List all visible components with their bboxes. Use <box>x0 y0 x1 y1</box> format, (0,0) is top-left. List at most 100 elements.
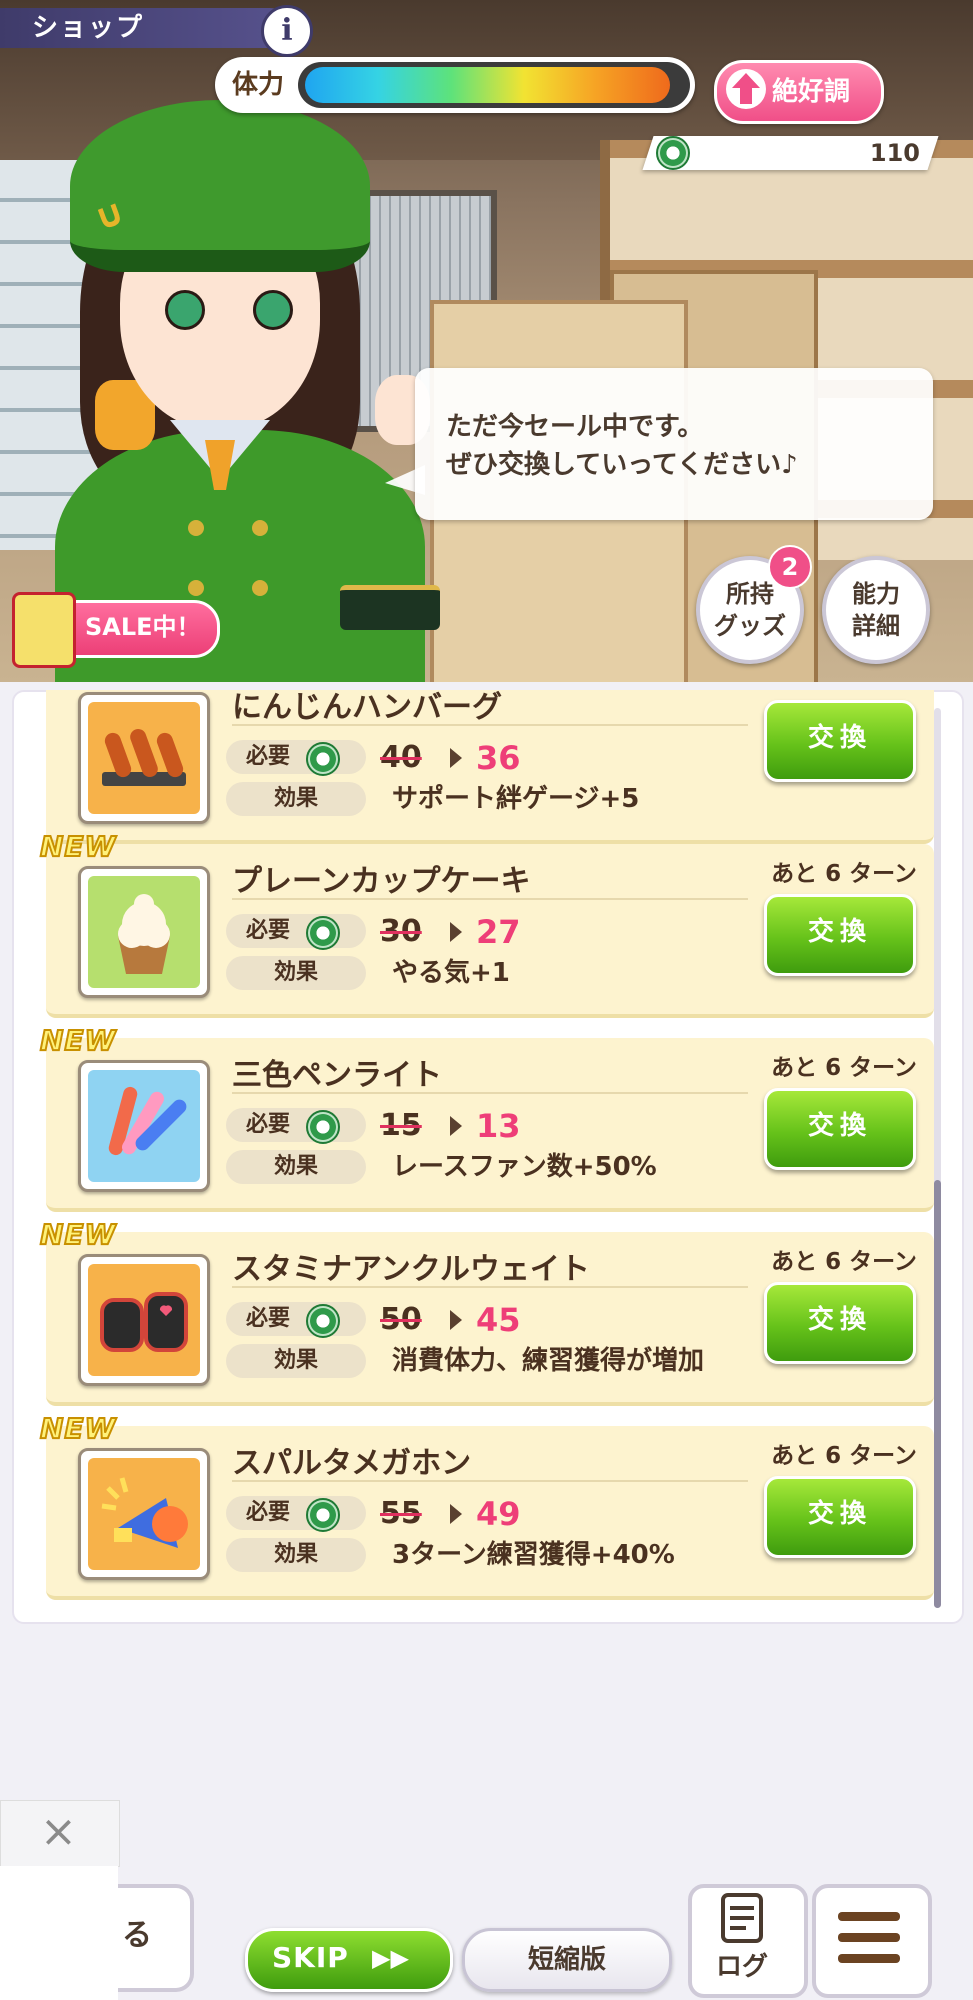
jacket-button <box>252 520 268 536</box>
required-label: 必要 <box>246 1112 291 1137</box>
remaining-turns: あと 6 ターン <box>771 861 917 887</box>
item-icon-frame <box>78 692 210 824</box>
arrow-up-icon <box>726 69 766 109</box>
original-price: 15 <box>380 1108 422 1143</box>
effect-label: 効果 <box>274 960 319 985</box>
item-name: スパルタメガホン <box>232 1446 472 1481</box>
coin-count: 110 <box>869 139 920 167</box>
character-cap <box>70 100 370 272</box>
exchange-button[interactable]: 交換 <box>764 700 916 782</box>
original-price: 50 <box>380 1302 422 1337</box>
remaining-turns: あと 6 ターン <box>771 1249 917 1275</box>
arrow-right-icon <box>450 1504 462 1524</box>
item-card: NEW 三色ペンライト あと 6 ターン 必要 15 13 効果 レースファン数… <box>39 1023 934 1212</box>
ability-detail-label: 能力 <box>852 580 900 608</box>
log-label: ログ <box>716 1952 769 1982</box>
divider <box>232 1480 748 1482</box>
notification-badge: 2 <box>768 545 812 589</box>
sale-price: 27 <box>476 913 521 951</box>
sale-label: SALE中！ <box>85 613 201 641</box>
item-card: NEW スタミナアンクルウェイト あと 6 ターン 必要 50 45 効果 消費… <box>39 1217 934 1406</box>
megaphone-icon <box>88 1458 200 1570</box>
item-card: NEW スパルタメガホン あと 6 ターン 必要 55 49 効果 3ターン練習… <box>39 1411 934 1600</box>
arrow-right-icon <box>450 1310 462 1330</box>
item-effect: 3ターン練習獲得+40% <box>392 1540 675 1570</box>
divider <box>232 724 748 726</box>
menu-icon <box>838 1933 900 1942</box>
sale-price: 13 <box>476 1107 521 1145</box>
jacket-button <box>188 520 204 536</box>
arrow-right-icon <box>450 1116 462 1136</box>
divider <box>232 1092 748 1094</box>
ability-detail-button[interactable]: 能力 詳細 <box>822 556 930 664</box>
menu-icon <box>838 1912 900 1921</box>
coin-icon <box>306 1304 340 1338</box>
scrollbar-thumb[interactable] <box>934 1180 941 1608</box>
original-price: 40 <box>380 740 422 775</box>
sale-price: 36 <box>476 739 521 777</box>
exchange-button[interactable]: 交換 <box>764 1282 916 1364</box>
required-label: 必要 <box>246 918 291 943</box>
item-icon-frame <box>78 1060 210 1192</box>
fast-forward-icon: ▶▶ <box>372 1944 409 1972</box>
coin-icon <box>306 742 340 776</box>
grill-icon <box>88 702 200 814</box>
skip-label: SKIP <box>272 1941 349 1974</box>
ability-detail-label: 詳細 <box>852 612 900 640</box>
exchange-button[interactable]: 交換 <box>764 1088 916 1170</box>
required-label: 必要 <box>246 744 291 769</box>
item-icon-frame <box>78 1448 210 1580</box>
remaining-turns: あと 6 ターン <box>771 1443 917 1469</box>
sale-price: 49 <box>476 1495 521 1533</box>
remaining-turns: あと 6 ターン <box>771 1055 917 1081</box>
item-name: にんじんハンバーグ <box>232 690 502 725</box>
new-tag: NEW <box>39 1217 117 1252</box>
item-effect: 消費体力、練習獲得が増加 <box>392 1346 705 1376</box>
effect-label: 効果 <box>274 1542 319 1567</box>
item-effect: やる気+1 <box>392 958 510 988</box>
short-version-button[interactable]: 短縮版 <box>462 1928 672 1992</box>
mood-label: 絶好調 <box>772 77 851 107</box>
log-icon <box>721 1893 763 1943</box>
item-icon-frame <box>78 1254 210 1386</box>
close-icon[interactable]: × <box>40 1810 77 1854</box>
effect-label: 効果 <box>274 1154 319 1179</box>
penlight-icon <box>88 1070 200 1182</box>
item-icon-frame <box>78 866 210 998</box>
character-eye-right <box>253 290 293 330</box>
ankle-weight-icon <box>88 1264 200 1376</box>
dialog-line: ただ今セール中です。 <box>446 412 704 442</box>
required-label: 必要 <box>246 1306 291 1331</box>
item-list[interactable]: にんじんハンバーグ 必要 40 36 効果 サポート絆ゲージ+5 交換 NEW … <box>12 690 960 1620</box>
item-name: スタミナアンクルウェイト <box>232 1252 590 1287</box>
item-card: にんじんハンバーグ 必要 40 36 効果 サポート絆ゲージ+5 交換 <box>46 690 934 844</box>
page-title: ショップ <box>32 13 145 43</box>
dialog-line: ぜひ交換していってください♪ <box>446 450 798 480</box>
required-label: 必要 <box>246 1500 291 1525</box>
effect-label: 効果 <box>274 1348 319 1373</box>
item-effect: サポート絆ゲージ+5 <box>392 784 640 814</box>
exchange-button[interactable]: 交換 <box>764 1476 916 1558</box>
menu-icon <box>838 1954 900 1963</box>
item-card: NEW プレーンカップケーキ あと 6 ターン 必要 30 27 効果 やる気+… <box>39 829 934 1018</box>
character-cuff <box>340 585 440 630</box>
item-name: プレーンカップケーキ <box>232 864 531 899</box>
jacket-button <box>252 580 268 596</box>
arrow-right-icon <box>450 922 462 942</box>
coin-icon <box>306 916 340 950</box>
sale-price: 45 <box>476 1301 521 1339</box>
item-effect: レースファン数+50% <box>392 1152 657 1182</box>
coin-icon <box>306 1498 340 1532</box>
divider <box>232 1286 748 1288</box>
stamina-fill <box>305 67 670 103</box>
info-icon[interactable]: i <box>261 5 313 57</box>
stamina-label: 体力 <box>232 70 285 100</box>
original-price: 55 <box>380 1496 422 1531</box>
coin-icon <box>656 136 690 170</box>
new-tag: NEW <box>39 1023 117 1058</box>
sale-flag-icon <box>12 592 76 668</box>
new-tag: NEW <box>39 829 117 864</box>
exchange-button[interactable]: 交換 <box>764 894 916 976</box>
ad-panel <box>0 1866 118 2000</box>
coin-icon <box>306 1110 340 1144</box>
